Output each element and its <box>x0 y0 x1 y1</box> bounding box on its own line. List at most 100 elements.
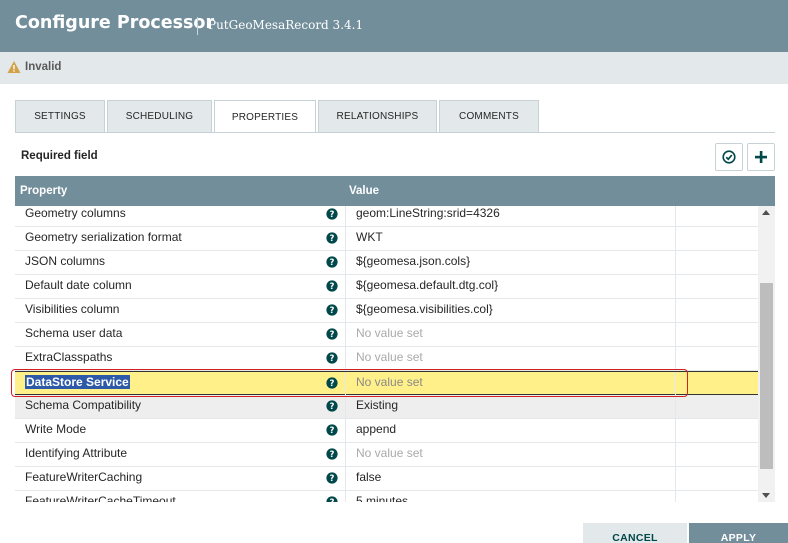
property-value[interactable]: No value set <box>356 326 423 340</box>
svg-text:?: ? <box>330 282 335 292</box>
svg-text:?: ? <box>330 234 335 244</box>
help-icon[interactable]: ? <box>326 304 338 316</box>
property-row[interactable]: JSON columns? ${geomesa.json.cols} <box>15 251 758 275</box>
verify-properties-button[interactable] <box>715 143 743 171</box>
property-name: DataStore Service <box>25 375 130 389</box>
property-value[interactable]: 5 minutes <box>356 494 408 502</box>
property-name: Geometry serialization format <box>25 230 182 244</box>
column-divider <box>675 227 676 251</box>
property-row[interactable]: Schema user data? No value set <box>15 323 758 347</box>
column-divider <box>675 251 676 275</box>
help-icon[interactable]: ? <box>326 472 338 484</box>
property-value[interactable]: No value set <box>356 350 423 364</box>
property-row[interactable]: Geometry columns? geom:LineString:srid=43… <box>15 206 758 227</box>
required-field-label: Required field <box>21 150 98 162</box>
column-divider <box>345 206 346 227</box>
property-row[interactable]: DataStore Service? No value set <box>15 371 758 396</box>
column-divider <box>675 347 676 371</box>
tab-settings[interactable]: SETTINGS <box>15 100 105 132</box>
help-icon[interactable]: ? <box>326 400 338 412</box>
tab-relationships[interactable]: RELATIONSHIPS <box>318 100 437 132</box>
column-divider <box>675 299 676 323</box>
svg-text:?: ? <box>330 258 335 268</box>
help-icon[interactable]: ? <box>326 232 338 244</box>
property-row[interactable]: Default date column? ${geomesa.default.dt… <box>15 275 758 299</box>
column-divider <box>675 323 676 347</box>
svg-text:?: ? <box>330 210 335 220</box>
svg-text:?: ? <box>330 474 335 484</box>
property-name: Write Mode <box>25 422 87 436</box>
property-name: Geometry columns <box>25 206 126 220</box>
scroll-up-arrow-icon[interactable] <box>762 210 770 215</box>
property-name: FeatureWriterCacheTimeout <box>25 494 176 502</box>
property-row[interactable]: FeatureWriterCaching? false <box>15 467 758 491</box>
column-header-property: Property <box>20 185 68 197</box>
scroll-thumb[interactable] <box>760 283 773 469</box>
property-value[interactable]: ${geomesa.json.cols} <box>356 254 470 268</box>
column-divider <box>675 467 676 491</box>
column-divider <box>675 372 676 396</box>
grid-scrollbar[interactable] <box>758 206 775 502</box>
help-icon[interactable]: ? <box>326 256 338 268</box>
property-value[interactable]: false <box>356 470 381 484</box>
warning-icon <box>7 61 21 73</box>
property-value[interactable]: geom:LineString:srid=4326 <box>356 206 500 220</box>
status-bar <box>0 52 788 84</box>
column-divider <box>675 395 676 419</box>
column-divider <box>675 491 676 502</box>
property-name: ExtraClasspaths <box>25 350 113 364</box>
help-icon[interactable]: ? <box>326 377 338 389</box>
column-divider <box>345 372 346 396</box>
column-divider <box>345 251 346 275</box>
property-row[interactable]: FeatureWriterCacheTimeout? 5 minutes <box>15 491 758 502</box>
help-icon[interactable]: ? <box>326 496 338 502</box>
property-row[interactable]: Geometry serialization format? WKT <box>15 227 758 251</box>
column-divider <box>345 395 346 419</box>
dialog-title: Configure Processor <box>15 13 215 33</box>
help-icon[interactable]: ? <box>326 208 338 220</box>
property-row[interactable]: Write Mode? append <box>15 419 758 443</box>
property-value[interactable]: ${geomesa.default.dtg.col} <box>356 278 498 292</box>
check-circle-icon <box>722 150 736 164</box>
column-divider <box>675 206 676 227</box>
property-name: JSON columns <box>25 254 106 268</box>
svg-text:?: ? <box>330 379 335 389</box>
help-icon[interactable]: ? <box>326 352 338 364</box>
help-icon[interactable]: ? <box>326 280 338 292</box>
add-property-button[interactable] <box>747 143 775 171</box>
dialog-header: Configure Processor PutGeoMesaRecord 3.4… <box>0 0 788 52</box>
tab-scheduling[interactable]: SCHEDULING <box>107 100 212 132</box>
column-divider <box>345 347 346 371</box>
column-divider <box>345 227 346 251</box>
cancel-button[interactable]: CANCEL <box>583 523 687 543</box>
tab-properties[interactable]: PROPERTIES <box>214 100 316 133</box>
property-row[interactable]: Schema Compatibility? Existing <box>15 395 758 419</box>
apply-button[interactable]: APPLY <box>689 523 788 543</box>
column-divider <box>345 443 346 467</box>
property-row[interactable]: Identifying Attribute? No value set <box>15 443 758 467</box>
property-value[interactable]: ${geomesa.visibilities.col} <box>356 302 493 316</box>
property-name: Visibilities column <box>25 302 120 316</box>
svg-text:?: ? <box>330 330 335 340</box>
column-divider <box>345 491 346 502</box>
svg-text:?: ? <box>330 426 335 436</box>
property-value[interactable]: Existing <box>356 398 398 412</box>
help-icon[interactable]: ? <box>326 424 338 436</box>
property-value[interactable]: No value set <box>356 375 423 389</box>
property-value[interactable]: WKT <box>356 230 383 244</box>
svg-text:?: ? <box>330 498 335 502</box>
help-icon[interactable]: ? <box>326 448 338 460</box>
column-divider <box>675 275 676 299</box>
tab-comments[interactable]: COMMENTS <box>439 100 539 132</box>
property-row[interactable]: Visibilities column? ${geomesa.visibiliti… <box>15 299 758 323</box>
property-name: Default date column <box>25 278 132 292</box>
scroll-down-arrow-icon[interactable] <box>762 493 770 498</box>
column-divider <box>345 275 346 299</box>
property-row[interactable]: ExtraClasspaths? No value set <box>15 347 758 371</box>
property-value[interactable]: No value set <box>356 446 423 460</box>
property-value[interactable]: append <box>356 422 396 436</box>
svg-text:?: ? <box>330 306 335 316</box>
property-name: Identifying Attribute <box>25 446 128 460</box>
help-icon[interactable]: ? <box>326 328 338 340</box>
property-name: Schema Compatibility <box>25 398 142 412</box>
